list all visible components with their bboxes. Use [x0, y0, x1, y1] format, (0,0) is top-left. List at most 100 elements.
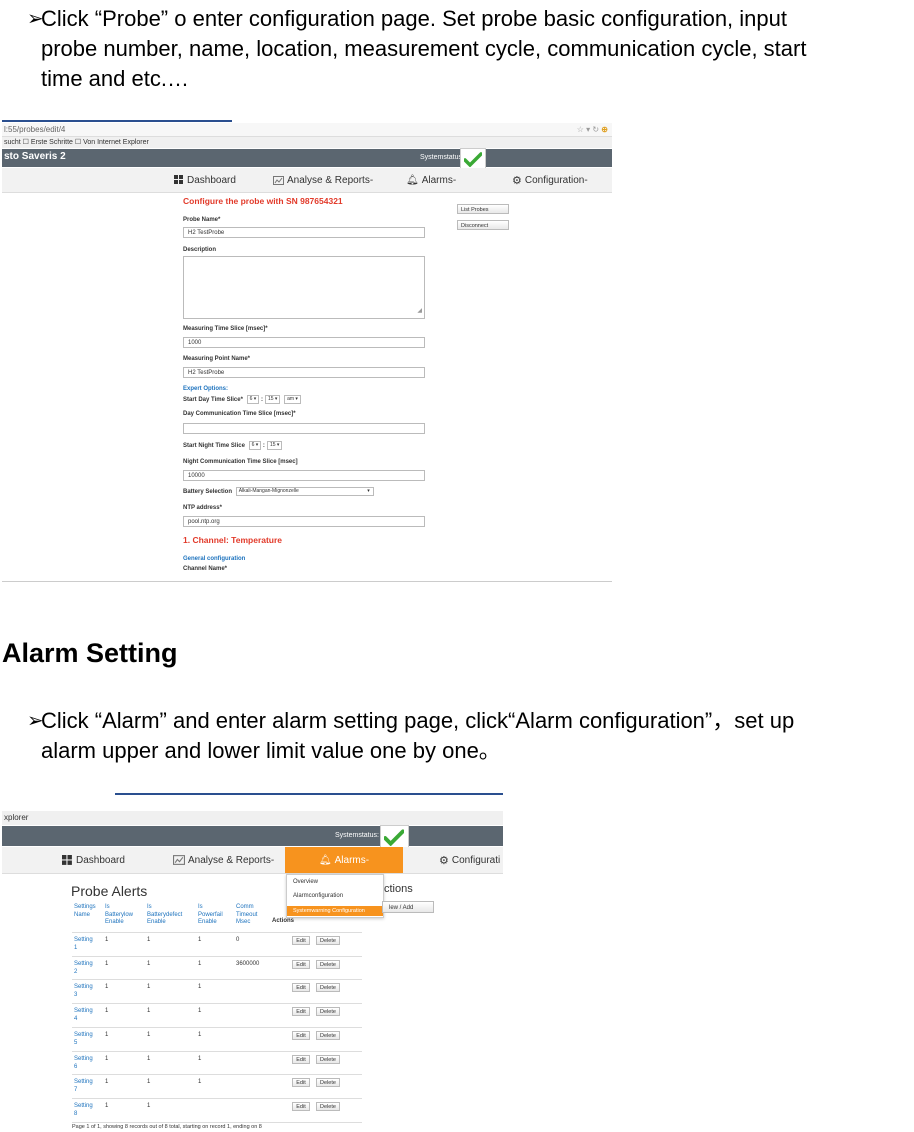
column-header-line: Batterylow [105, 911, 134, 918]
point-name-input[interactable]: H2 TestProbe [183, 367, 425, 378]
table-cell: 3600000 [236, 960, 260, 967]
bookmarks-bar[interactable]: xplorer [2, 811, 503, 825]
address-bar[interactable]: l:55/probes/edit/4 ☆ ▾ ↻ ⊕ [2, 123, 612, 137]
row-separator [72, 1121, 362, 1123]
channel-name-label: Channel Name* [183, 566, 228, 572]
setting-name-link[interactable]: Setting 3 [74, 983, 93, 999]
start-day-hour-select[interactable]: 6 ▾ [246, 395, 260, 404]
battery-select[interactable]: Alkali-Mangan-Mignonzelle ▾ [235, 487, 374, 496]
start-day-hour-value: 6 [249, 396, 253, 402]
table-cell: 1 [198, 937, 202, 943]
column-header-line: Batterydefect [147, 911, 183, 918]
menu-item-systemwarning[interactable]: Systemwarning Configuration [287, 906, 383, 916]
start-night-hour-select[interactable]: 6 ▾ [248, 441, 262, 450]
nav-dashboard[interactable]: Dashboard [174, 168, 236, 192]
setting-name-line: Setting [74, 1055, 93, 1062]
column-header[interactable]: Is Batterylow Enable [105, 904, 133, 927]
nav-alarms-active[interactable]: 🔔︎ Alarms- [285, 847, 403, 873]
table-cell: 1 [105, 1102, 109, 1109]
setting-name-line: Setting [74, 960, 93, 967]
bullet-line-3: time and etc.… [41, 66, 189, 91]
nav-configuration[interactable]: ⚙ Configurati [439, 847, 500, 873]
edit-button[interactable]: Edit [292, 1054, 310, 1064]
nav-dashboard[interactable]: Dashboard [62, 847, 125, 873]
setting-name-link[interactable]: Setting 7 [74, 1078, 93, 1094]
probe-name-input[interactable]: H2 TestProbe [183, 227, 425, 238]
main-nav: Dashboard Analyse & Reports- 🔔︎ Alarms- … [2, 847, 503, 874]
table-cell: 1 [198, 1055, 202, 1062]
menu-item-alarmconfiguration[interactable]: Alarmconfiguration [293, 893, 343, 899]
probe-name-label: Probe Name* [183, 217, 221, 223]
nav-analyse[interactable]: Analyse & Reports- [273, 168, 373, 192]
gear-icon: ⚙ [439, 854, 449, 867]
edit-button[interactable]: Edit [292, 1078, 310, 1088]
column-header-line: Settings [74, 904, 96, 910]
setting-name-link[interactable]: Setting 4 [74, 1007, 93, 1023]
edit-button[interactable]: Edit [292, 983, 310, 993]
column-header-line: Enable [198, 919, 217, 925]
resize-handle-icon[interactable]: ◢ [417, 306, 422, 317]
nav-configuration[interactable]: ⚙ Configuration- [512, 168, 588, 192]
edit-button[interactable]: Edit [292, 959, 310, 969]
start-night-minute-select[interactable]: 15 ▾ [266, 441, 283, 450]
setting-name-link[interactable]: Setting 6 [74, 1055, 93, 1071]
delete-button[interactable]: Delete [316, 1054, 340, 1064]
new-add-button[interactable]: lew / Add [382, 901, 434, 913]
column-header-line: Powerfail [198, 911, 223, 918]
start-day-minute-select[interactable]: 15 ▾ [264, 395, 281, 404]
delete-button[interactable]: Delete [316, 936, 340, 945]
edit-button[interactable]: Edit [292, 1007, 310, 1017]
night-comm-input[interactable]: 10000 [183, 470, 425, 481]
column-header-line: Is [198, 904, 203, 910]
setting-name-link[interactable]: Setting 2 [74, 960, 93, 976]
setting-name-line: 5 [74, 1039, 78, 1046]
column-header-line: Name [74, 911, 91, 918]
table-cell: 1 [198, 1031, 202, 1038]
edit-button[interactable]: Edit [292, 936, 310, 945]
nav-configuration-label: Configurati [451, 854, 501, 866]
nav-alarms-label: Alarms- [334, 854, 370, 866]
setting-name-line: Setting [74, 1079, 93, 1086]
general-config-link[interactable]: General configuration [183, 556, 245, 562]
delete-button[interactable]: Delete [316, 1101, 340, 1111]
nav-configuration-label: Configuration- [524, 174, 588, 186]
delete-button[interactable]: Delete [316, 1078, 340, 1088]
edit-button[interactable]: Edit [292, 1030, 310, 1040]
disconnect-button[interactable]: Disconnect [457, 220, 509, 230]
bullet-line-1: Click “Alarm” and enter alarm setting pa… [41, 708, 795, 733]
setting-name-line: 1 [74, 945, 78, 951]
table-cell: 1 [147, 937, 151, 943]
probe-config-screenshot: l:55/probes/edit/4 ☆ ▾ ↻ ⊕ sucht ☐ Erste… [2, 120, 612, 582]
delete-button[interactable]: Delete [316, 983, 340, 993]
edit-button[interactable]: Edit [292, 1101, 310, 1111]
day-comm-input[interactable] [183, 423, 425, 434]
setting-name-line: Setting [74, 937, 93, 943]
table-cell: 1 [105, 1008, 109, 1015]
nav-analyse[interactable]: Analyse & Reports- [173, 847, 274, 873]
chart-icon [173, 855, 185, 865]
table-cell: 1 [147, 1102, 151, 1109]
bookmarks-bar[interactable]: sucht ☐ Erste Schritte ☐ Von Internet Ex… [2, 137, 612, 148]
row-separator [72, 955, 362, 957]
menu-item-overview[interactable]: Overview [293, 879, 318, 885]
description-textarea[interactable]: ◢ [183, 256, 425, 319]
browser-controls-icon[interactable]: ☆ ▾ ↻ ⊕ [577, 123, 608, 136]
start-day-ampm-select[interactable]: am ▾ [284, 395, 301, 404]
nav-alarms[interactable]: 🔔︎ Alarms- [406, 168, 456, 192]
column-header[interactable]: Is Batterydefect Enable [147, 904, 182, 927]
setting-name-link[interactable]: Setting 8 [74, 1102, 93, 1118]
column-header[interactable]: Settings Name [74, 904, 96, 919]
ntp-input[interactable]: pool.ntp.org [183, 516, 425, 527]
setting-name-link[interactable]: Setting 5 [74, 1031, 93, 1047]
delete-button[interactable]: Delete [316, 959, 340, 969]
time-slice-input[interactable]: 1000 [183, 337, 425, 348]
list-probes-button[interactable]: List Probes [457, 204, 509, 214]
column-header[interactable]: Comm Timeout Msec [236, 904, 257, 927]
alarms-dropdown: Overview Alarmconfiguration Systemwarnin… [286, 874, 384, 918]
table-cell: 1 [147, 984, 151, 991]
delete-button[interactable]: Delete [316, 1030, 340, 1040]
setting-name-link[interactable]: Setting 1 [74, 936, 93, 952]
column-header[interactable]: Is Powerfail Enable [198, 904, 223, 927]
delete-button[interactable]: Delete [316, 1007, 340, 1017]
expert-options-link[interactable]: Expert Options: [183, 386, 228, 392]
